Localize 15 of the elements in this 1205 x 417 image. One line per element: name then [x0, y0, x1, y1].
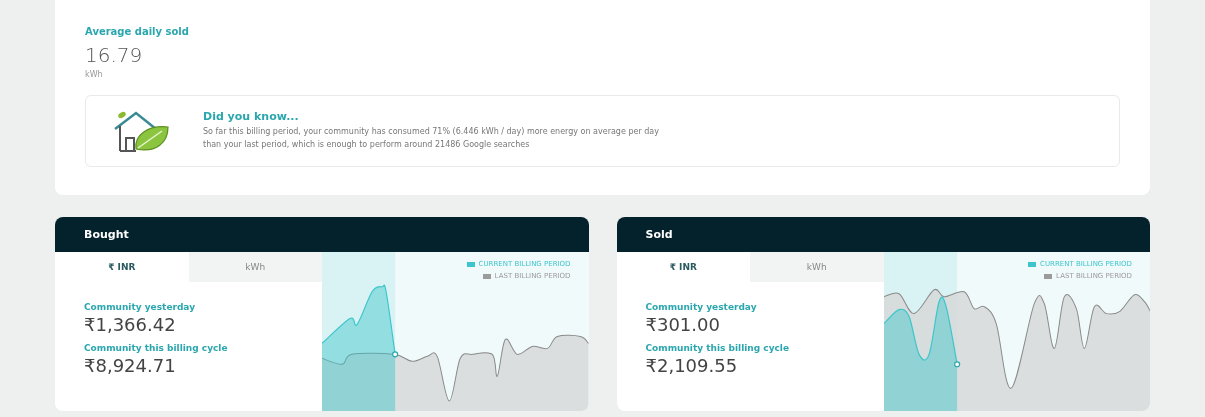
tip-message: So far this billing period, your community has consumed 71% (6.446 kWh / day) more energy on average per day than your last period, which is enough to perform around 21486 Google searches	[203, 126, 660, 151]
stat-label: Community yesterday	[645, 302, 758, 312]
stat-value: ₹1,366.42	[84, 314, 177, 335]
stat-label: Community yesterday	[84, 302, 197, 312]
stat-value: ₹8,924.71	[84, 355, 177, 376]
stat-label: Community this billing cycle	[645, 343, 791, 353]
summary-value: 16.79	[85, 43, 144, 67]
stat-label: Community this billing cycle	[84, 343, 229, 353]
summary-unit: kWh	[85, 70, 104, 79]
stat-value: ₹301.00	[645, 314, 721, 335]
panel-title: Sold	[645, 228, 673, 241]
summary-label: Average daily sold	[85, 26, 190, 37]
stat-value: ₹2,109.55	[645, 355, 739, 376]
tip-title: Did you know...	[203, 110, 300, 124]
panel-title: Bought	[84, 228, 129, 241]
